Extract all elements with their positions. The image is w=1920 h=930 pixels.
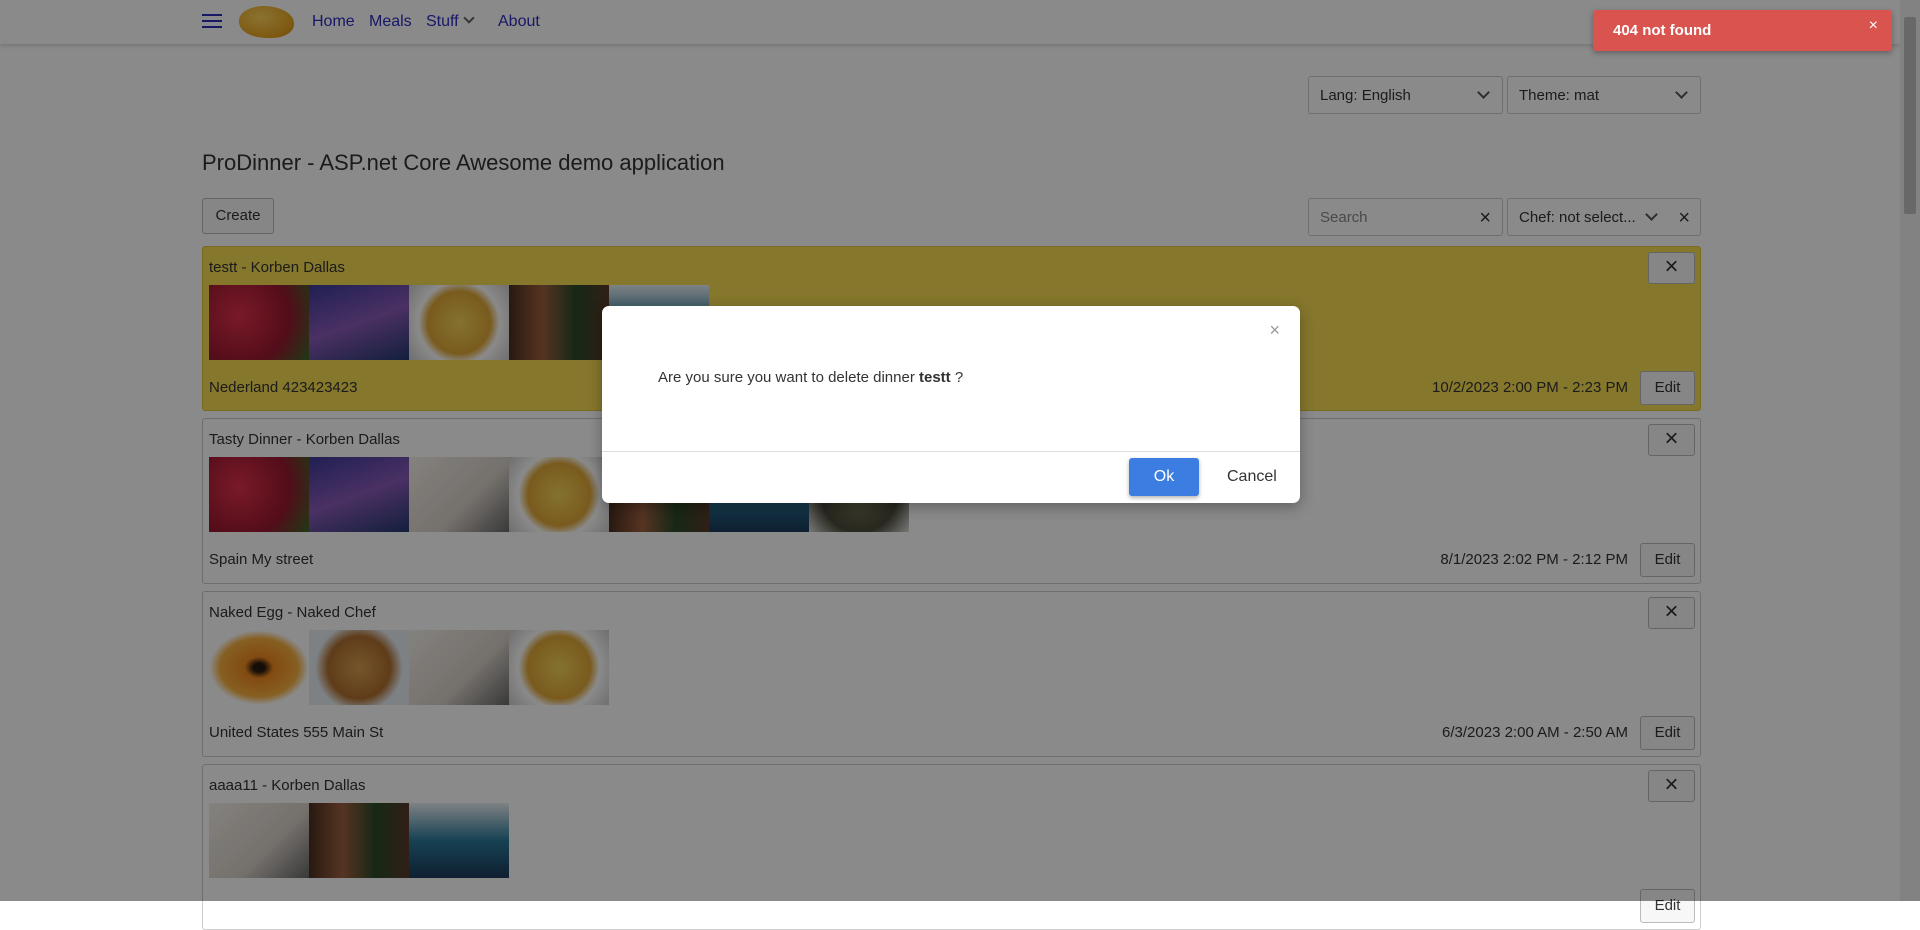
ok-button[interactable]: Ok [1129,458,1199,496]
close-icon[interactable]: × [1869,17,1878,35]
delete-confirm-dialog: × Are you sure you want to delete dinner… [602,306,1300,503]
error-toast: 404 not found × [1593,10,1892,51]
dinner-name: testt [919,369,951,386]
close-icon[interactable]: × [1269,320,1280,341]
confirm-message: Are you sure you want to delete dinner t… [658,369,963,386]
cancel-button[interactable]: Cancel [1227,458,1277,496]
confirm-suffix: ? [950,369,964,386]
confirm-text: Are you sure you want to delete dinner [658,369,919,386]
divider [602,451,1300,452]
toast-message: 404 not found [1613,22,1712,39]
